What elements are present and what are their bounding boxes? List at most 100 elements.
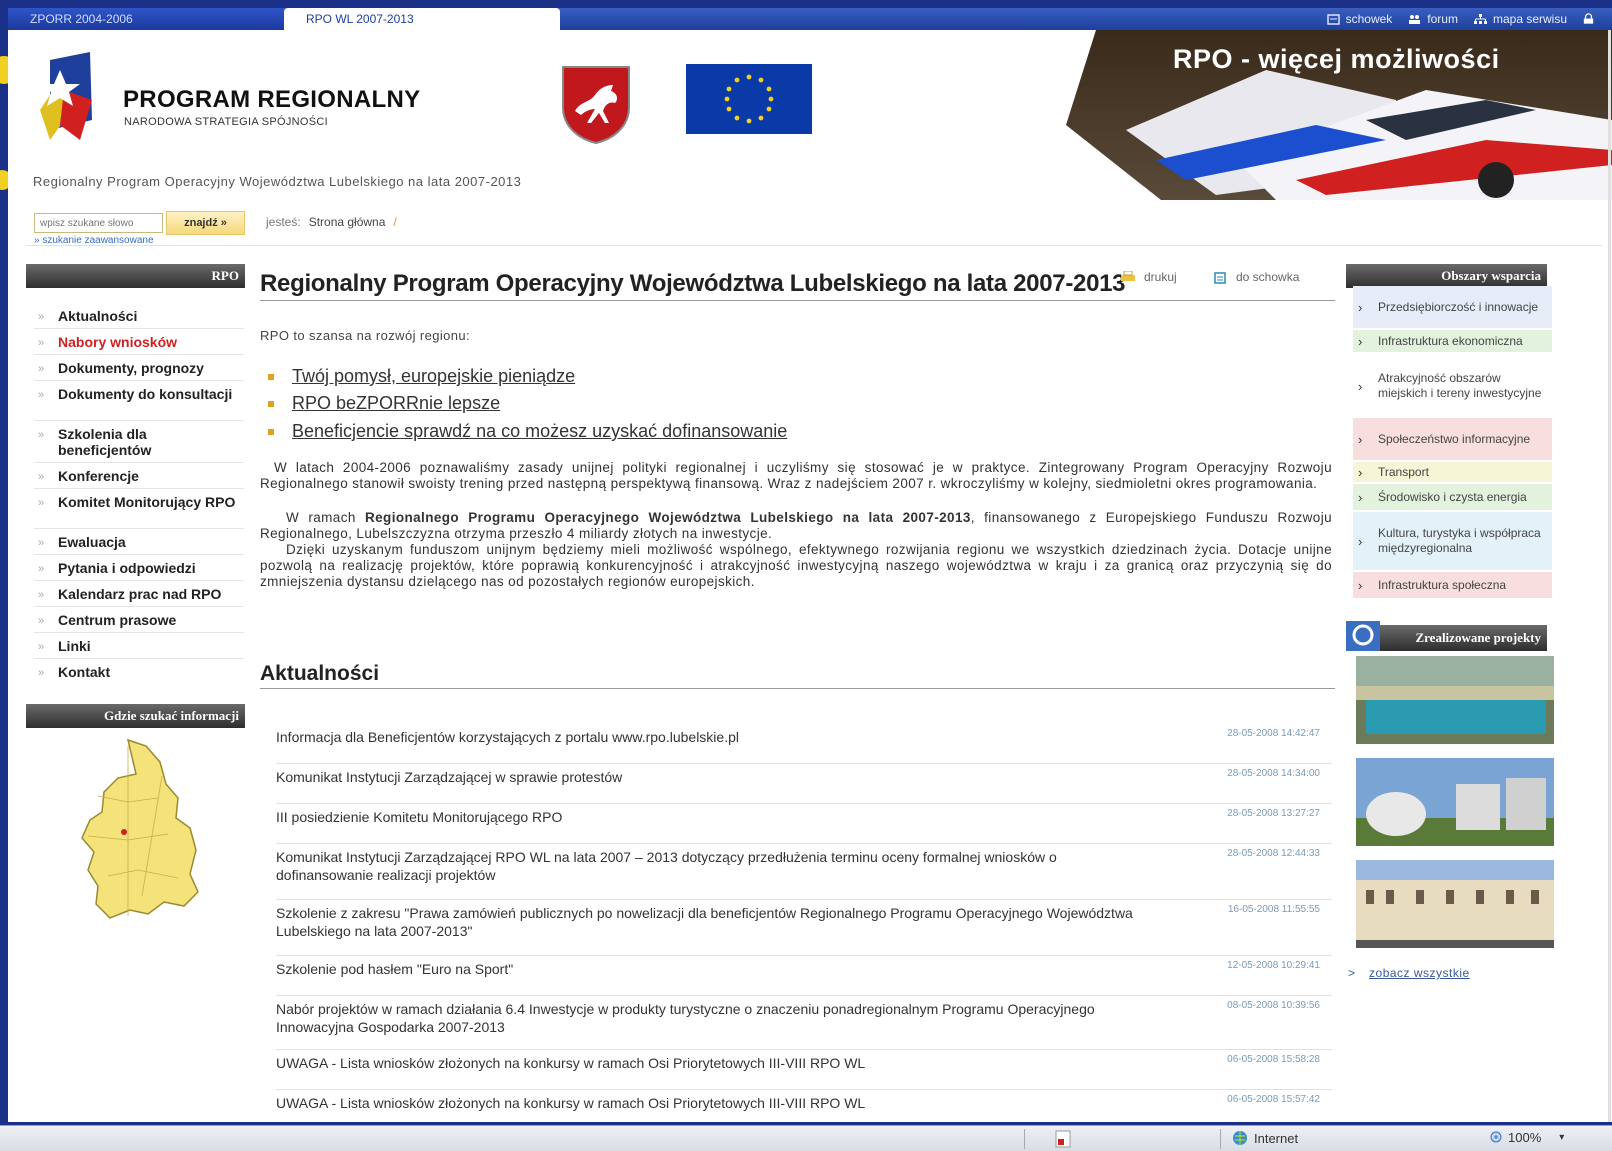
sitemap-icon <box>1473 13 1487 24</box>
chevron-icon: › <box>1358 299 1363 315</box>
support-area-label: Środowisko i czysta energia <box>1378 489 1527 504</box>
bullet-text: Twój pomysł, europejskie pieniądze <box>292 366 576 386</box>
chevron-icon: » <box>38 311 45 323</box>
left-nav-divider <box>34 420 244 421</box>
news-item[interactable]: UWAGA - Lista wniosków złożonych na konk… <box>276 1094 1332 1122</box>
chevron-icon: › <box>1358 533 1363 549</box>
news-item[interactable]: Szkolenie pod hasłem "Euro na Sport" 12-0… <box>276 960 1332 996</box>
region-map-image[interactable] <box>58 736 218 924</box>
chevron-icon: » <box>38 667 45 679</box>
search-input[interactable] <box>34 213 163 233</box>
sitemap-link[interactable]: mapa serwisu <box>1473 12 1567 26</box>
news-title[interactable]: Komunikat Instytucji Zarządzającej RPO W… <box>276 848 1156 884</box>
forum-label: forum <box>1427 12 1458 26</box>
left-nav-item[interactable]: » Centrum prasowe <box>38 612 243 629</box>
tab-zporr[interactable]: ZPORR 2004-2006 <box>8 8 284 30</box>
news-date: 12-05-2008 10:29:41 <box>1227 960 1320 971</box>
left-nav-label: Szkolenia dla beneficjentów <box>58 426 152 458</box>
project-photo-street[interactable] <box>1356 860 1554 948</box>
support-area-item[interactable]: › Infrastruktura społeczna <box>1353 572 1552 598</box>
see-all-projects-link[interactable]: > zobacz wszystkie <box>1348 966 1470 980</box>
left-nav-item[interactable]: » Szkolenia dla beneficjentów <box>38 426 243 458</box>
bullet-text: Beneficjencie sprawdź na co możesz uzysk… <box>292 421 788 441</box>
news-date: 08-05-2008 10:39:56 <box>1227 1000 1320 1011</box>
scrollbar-track[interactable] <box>1608 30 1611 1122</box>
support-area-label: Transport <box>1378 464 1429 479</box>
schowek-link[interactable]: schowek <box>1326 12 1392 26</box>
left-nav-item[interactable]: » Nabory wniosków <box>38 334 243 351</box>
bullet-link-3[interactable]: Beneficjencie sprawdź na co możesz uzysk… <box>268 421 787 442</box>
project-photo-pool[interactable] <box>1356 656 1554 744</box>
left-nav-item[interactable]: » Linki <box>38 638 243 655</box>
chevron-icon: » <box>38 589 45 601</box>
lock-icon[interactable] <box>1583 13 1594 25</box>
users-icon <box>1409 14 1421 24</box>
chevron-icon: › <box>1358 333 1363 349</box>
news-item[interactable]: Nabór projektów w ramach działania 6.4 I… <box>276 1000 1332 1050</box>
site-subtitle: Regionalny Program Operacyjny Województw… <box>33 174 522 189</box>
support-area-label: Kultura, turystyka i współpraca międzyre… <box>1378 526 1541 555</box>
left-nav-item[interactable]: » Kontakt <box>38 664 243 681</box>
left-nav-item[interactable]: » Konferencje <box>38 468 243 485</box>
news-item[interactable]: Komunikat Instytucji Zarządzającej w spr… <box>276 768 1332 804</box>
search-button[interactable]: znajdź » <box>166 211 245 235</box>
breadcrumb-prefix: jesteś: <box>266 215 301 229</box>
globe-icon <box>1233 1131 1247 1145</box>
support-area-item[interactable]: › Kultura, turystyka i współpraca międzyr… <box>1353 512 1552 570</box>
news-title[interactable]: Szkolenie z zakresu "Prawa zamówień publ… <box>276 904 1156 940</box>
forum-link[interactable]: forum <box>1408 12 1458 26</box>
news-item[interactable]: UWAGA - Lista wniosków złożonych na konk… <box>276 1054 1332 1090</box>
support-area-item[interactable]: › Infrastruktura ekonomiczna <box>1353 330 1552 352</box>
left-nav-divider <box>34 606 244 607</box>
breadcrumb-home[interactable]: Strona główna <box>309 215 386 229</box>
zoom-dropdown-icon[interactable]: ▾ <box>1559 1132 1564 1143</box>
left-nav-item[interactable]: » Pytania i odpowiedzi <box>38 560 243 577</box>
support-area-item[interactable]: › Środowisko i czysta energia <box>1353 484 1552 510</box>
news-title[interactable]: UWAGA - Lista wniosków złożonych na konk… <box>276 1054 1156 1072</box>
news-title[interactable]: UWAGA - Lista wniosków złożonych na konk… <box>276 1094 1156 1112</box>
tab-rpo[interactable]: RPO WL 2007-2013 <box>284 8 560 30</box>
zoom-value: 100% <box>1508 1130 1542 1145</box>
left-nav-label: Ewaluacja <box>58 534 126 550</box>
projects-heading: Zrealizowane projekty <box>1346 621 1547 651</box>
news-date: 28-05-2008 12:44:33 <box>1227 848 1320 859</box>
left-nav-item[interactable]: » Ewaluacja <box>38 534 243 551</box>
support-area-label: Atrakcyjność obszarów miejskich i tereny… <box>1378 371 1542 400</box>
left-nav-item[interactable]: » Kalendarz prac nad RPO <box>38 586 243 603</box>
support-area-item[interactable]: › Transport <box>1353 462 1552 482</box>
title-underline <box>260 300 1335 301</box>
zoom-control[interactable]: 100% ▾ <box>1490 1130 1564 1145</box>
support-area-item[interactable]: › Przedsiębiorczość i innowacje <box>1353 286 1552 328</box>
support-area-item[interactable]: › Społeczeństwo informacyjne <box>1353 418 1552 460</box>
news-item[interactable]: Komunikat Instytucji Zarządzającej RPO W… <box>276 848 1332 900</box>
project-photo-tanks[interactable] <box>1356 758 1554 846</box>
left-nav-item[interactable]: » Dokumenty do konsultacji <box>38 386 243 403</box>
news-item[interactable]: Informacja dla Beneficjentów korzystając… <box>276 728 1332 764</box>
news-title[interactable]: Komunikat Instytucji Zarządzającej w spr… <box>276 768 1156 786</box>
print-link[interactable]: drukuj <box>1120 270 1177 284</box>
bullet-link-1[interactable]: Twój pomysł, europejskie pieniądze <box>268 366 575 387</box>
left-nav-label: Centrum prasowe <box>58 612 177 628</box>
left-nav-item[interactable]: » Aktualności <box>38 308 243 325</box>
news-item[interactable]: III posiedzienie Komitetu Monitorującego… <box>276 808 1332 844</box>
bullet-link-2[interactable]: RPO beZPORRnie lepsze <box>268 393 500 414</box>
left-nav-item[interactable]: » Komitet Monitorujący RPO <box>38 494 243 511</box>
eu-projects-icon <box>1346 621 1380 651</box>
eu-flag-icon <box>686 64 812 134</box>
left-nav-divider <box>34 580 244 581</box>
nss-logo-icon <box>40 52 92 140</box>
clipboard-label: do schowka <box>1236 270 1300 284</box>
sitemap-label: mapa serwisu <box>1492 12 1567 26</box>
support-area-item[interactable]: › Atrakcyjność obszarów miejskich i teren… <box>1353 356 1552 416</box>
left-nav-item[interactable]: » Dokumenty, prognozy <box>38 360 243 377</box>
news-title[interactable]: Informacja dla Beneficjentów korzystając… <box>276 728 1156 746</box>
news-item[interactable]: Szkolenie z zakresu "Prawa zamówień publ… <box>276 904 1332 956</box>
left-nav-label: Kontakt <box>58 664 111 680</box>
chevron-icon: › <box>1358 431 1363 447</box>
chevron-icon: › <box>1358 489 1363 505</box>
news-title[interactable]: Nabór projektów w ramach działania 6.4 I… <box>276 1000 1156 1036</box>
add-to-clipboard-link[interactable]: do schowka <box>1212 270 1299 284</box>
news-title[interactable]: Szkolenie pod hasłem "Euro na Sport" <box>276 960 1156 978</box>
support-area-label: Przedsiębiorczość i innowacje <box>1378 299 1539 314</box>
news-title[interactable]: III posiedzienie Komitetu Monitorującego… <box>276 808 1156 826</box>
